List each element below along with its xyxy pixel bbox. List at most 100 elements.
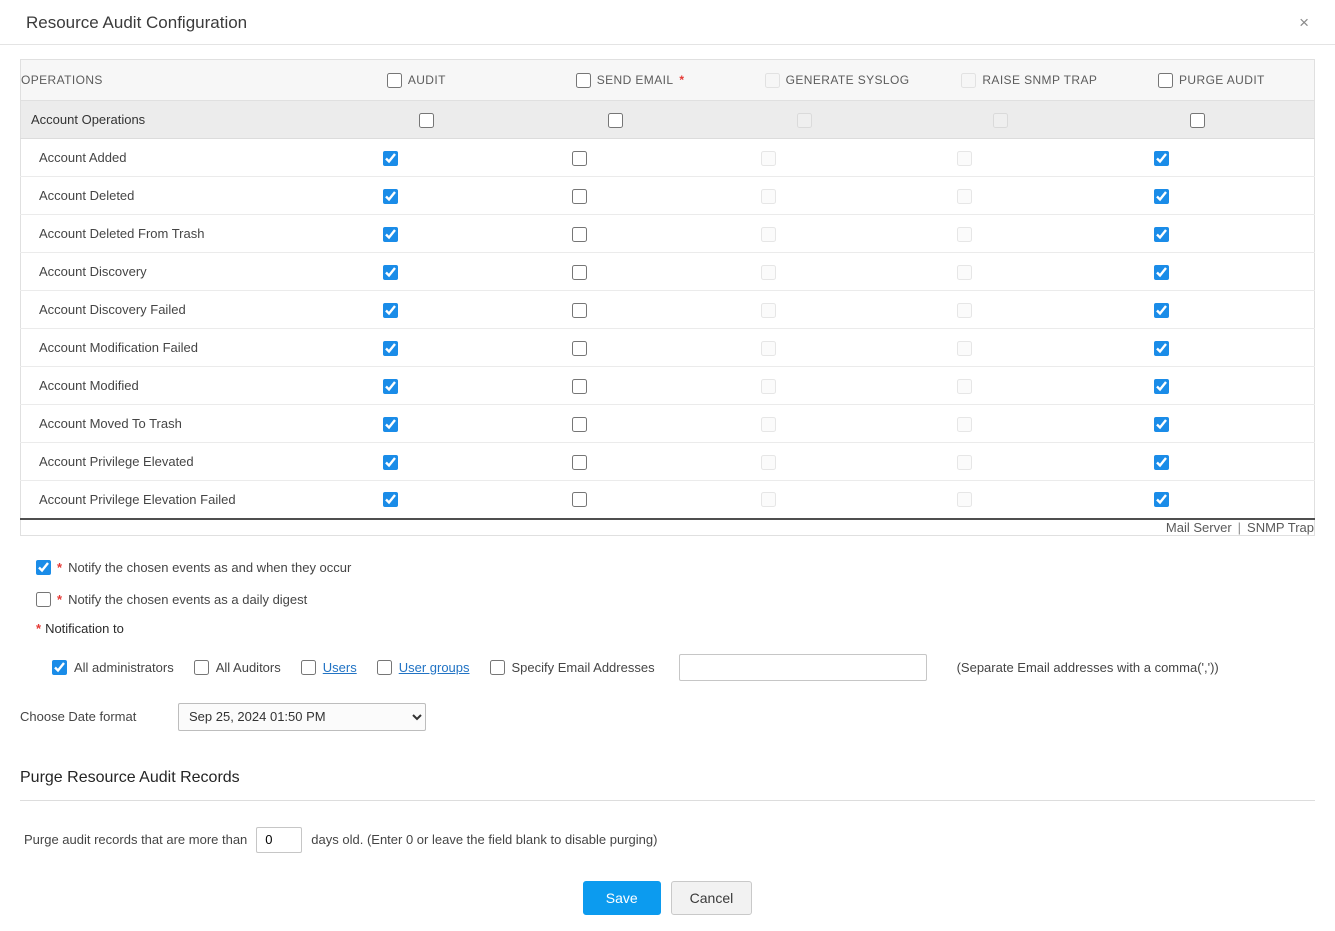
audit-checkbox[interactable]	[383, 227, 398, 242]
raise-snmp-trap-checkbox	[957, 227, 972, 242]
checkbox-cell	[957, 291, 1154, 329]
cancel-button[interactable]: Cancel	[671, 881, 753, 915]
send-email-checkbox[interactable]	[572, 303, 587, 318]
purge-days-input[interactable]	[256, 827, 302, 853]
checkbox-cell	[761, 177, 958, 215]
audit-checkbox[interactable]	[383, 341, 398, 356]
column-label-send-email: SEND EMAIL	[597, 73, 674, 87]
operation-label: Account Discovery Failed	[21, 291, 383, 329]
audit-checkbox[interactable]	[419, 113, 434, 128]
users-checkbox[interactable]	[301, 660, 316, 675]
raise-snmp-trap-checkbox	[957, 492, 972, 507]
checkbox-cell	[572, 177, 761, 215]
notification-to-label: Notification to	[45, 621, 124, 636]
send-email-checkbox[interactable]	[572, 151, 587, 166]
checkbox-cell	[957, 177, 1154, 215]
column-header-send-email: SEND EMAIL*	[572, 60, 761, 101]
checkbox-cell	[1154, 253, 1314, 291]
email-addresses-input[interactable]	[679, 654, 927, 681]
footer-separator: |	[1238, 520, 1241, 535]
date-format-label: Choose Date format	[20, 709, 178, 724]
operation-label: Account Modified	[21, 367, 383, 405]
snmp-trap-link[interactable]: SNMP Trap	[1247, 520, 1314, 535]
generate-syslog-checkbox	[761, 379, 776, 394]
send-email-checkbox[interactable]	[572, 189, 587, 204]
operation-label: Account Operations	[21, 101, 383, 139]
table-row: Account Added	[21, 139, 1315, 177]
column-label-audit: AUDIT	[408, 73, 446, 87]
audit-checkbox[interactable]	[383, 265, 398, 280]
users-link[interactable]: Users	[323, 660, 357, 675]
user-groups-checkbox[interactable]	[377, 660, 392, 675]
checkbox-cell	[957, 405, 1154, 443]
purge-audit-checkbox[interactable]	[1154, 303, 1169, 318]
table-row: Account Privilege Elevated	[21, 443, 1315, 481]
checkbox-cell	[383, 177, 572, 215]
audit-checkbox[interactable]	[383, 151, 398, 166]
all-auditors-checkbox[interactable]	[194, 660, 209, 675]
notify-immediate-row: * Notify the chosen events as and when t…	[36, 560, 1315, 575]
audit-checkbox[interactable]	[383, 492, 398, 507]
purge-audit-checkbox[interactable]	[1154, 455, 1169, 470]
purge-audit-checkbox[interactable]	[1154, 341, 1169, 356]
operation-label: Account Discovery	[21, 253, 383, 291]
checkbox-cell	[957, 139, 1154, 177]
specify-email-checkbox[interactable]	[490, 660, 505, 675]
send-email-checkbox[interactable]	[572, 341, 587, 356]
checkbox-cell	[572, 253, 761, 291]
notify-digest-label: Notify the chosen events as a daily dige…	[68, 592, 307, 607]
close-icon[interactable]: ×	[1295, 12, 1313, 33]
all-administrators-checkbox[interactable]	[52, 660, 67, 675]
send-email-checkbox[interactable]	[572, 265, 587, 280]
send-email-checkbox[interactable]	[572, 417, 587, 432]
generate-syslog-checkbox	[761, 227, 776, 242]
checkbox-cell	[957, 443, 1154, 481]
purge-audit-checkbox[interactable]	[1154, 189, 1169, 204]
checkbox-cell	[957, 101, 1154, 139]
purge-audit-checkbox[interactable]	[1154, 379, 1169, 394]
date-format-select[interactable]: Sep 25, 2024 01:50 PM	[178, 703, 426, 731]
purge-audit-checkbox[interactable]	[1190, 113, 1205, 128]
checkbox-cell	[761, 215, 958, 253]
checkbox-cell	[1154, 215, 1314, 253]
mail-server-link[interactable]: Mail Server	[1166, 520, 1232, 535]
table-row: Account Moved To Trash	[21, 405, 1315, 443]
table-row: Account Privilege Elevation Failed	[21, 481, 1315, 519]
send-email-column-checkbox[interactable]	[576, 73, 591, 88]
checkbox-cell	[572, 215, 761, 253]
generate-syslog-checkbox	[761, 303, 776, 318]
checkbox-cell	[957, 215, 1154, 253]
user-groups-link[interactable]: User groups	[399, 660, 470, 675]
purge-audit-checkbox[interactable]	[1154, 151, 1169, 166]
save-button[interactable]: Save	[583, 881, 661, 915]
purge-audit-checkbox[interactable]	[1154, 265, 1169, 280]
audit-checkbox[interactable]	[383, 189, 398, 204]
checkbox-cell	[957, 329, 1154, 367]
operation-label: Account Privilege Elevated	[21, 443, 383, 481]
send-email-checkbox[interactable]	[572, 492, 587, 507]
purge-text-after: days old. (Enter 0 or leave the field bl…	[311, 832, 657, 847]
send-email-checkbox[interactable]	[572, 379, 587, 394]
audit-checkbox[interactable]	[383, 303, 398, 318]
audit-checkbox[interactable]	[383, 417, 398, 432]
checkbox-cell	[761, 139, 958, 177]
checkbox-cell	[572, 329, 761, 367]
notify-digest-checkbox[interactable]	[36, 592, 51, 607]
checkbox-cell	[383, 329, 572, 367]
specify-email-label: Specify Email Addresses	[512, 660, 655, 675]
checkbox-cell	[572, 481, 761, 519]
checkbox-cell	[383, 215, 572, 253]
send-email-checkbox[interactable]	[572, 227, 587, 242]
purge-audit-checkbox[interactable]	[1154, 417, 1169, 432]
purge-audit-checkbox[interactable]	[1154, 492, 1169, 507]
checkbox-cell	[761, 253, 958, 291]
send-email-checkbox[interactable]	[608, 113, 623, 128]
purge-audit-column-checkbox[interactable]	[1158, 73, 1173, 88]
recipient-all-auditors: All Auditors	[194, 660, 281, 675]
audit-checkbox[interactable]	[383, 379, 398, 394]
audit-checkbox[interactable]	[383, 455, 398, 470]
audit-column-checkbox[interactable]	[387, 73, 402, 88]
purge-audit-checkbox[interactable]	[1154, 227, 1169, 242]
send-email-checkbox[interactable]	[572, 455, 587, 470]
notify-immediate-checkbox[interactable]	[36, 560, 51, 575]
